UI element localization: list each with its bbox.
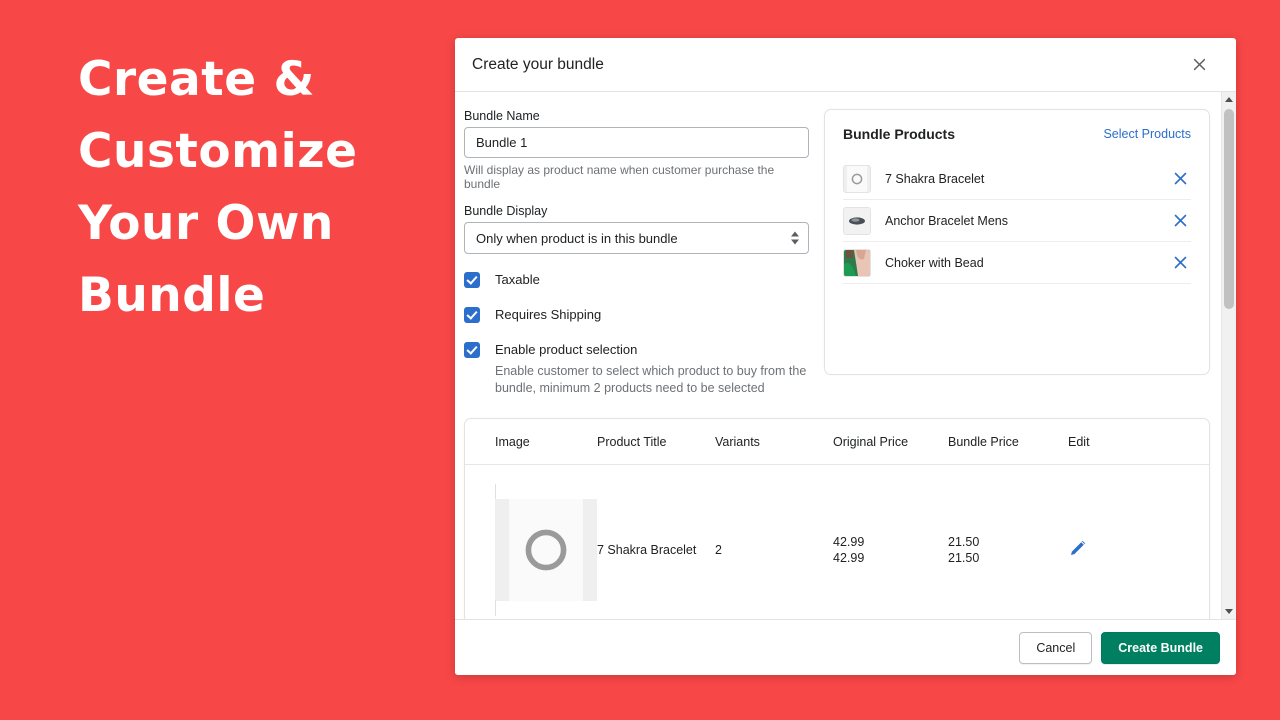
column-header-variants: Variants [715,419,833,465]
select-products-link[interactable]: Select Products [1103,127,1191,141]
form-column: Bundle Name Will display as product name… [455,109,809,397]
remove-product-button[interactable] [1169,210,1191,232]
enable-product-selection-checkbox-row[interactable]: Enable product selection Enable customer… [464,341,809,397]
bundle-product-item: 7 Shakra Bracelet [843,158,1191,200]
column-header-product-title: Product Title [597,419,715,465]
scrollbar-down-arrow[interactable] [1222,604,1236,619]
close-icon [1191,56,1208,73]
requires-shipping-label: Requires Shipping [495,307,602,322]
bundle-name-input[interactable] [464,127,809,158]
promo-line-2: Customize [78,124,358,179]
product-thumbnail-bracelet [843,164,871,193]
bundle-display-field-group: Bundle Display Only when product is in t… [464,204,809,254]
cell-edit [1068,464,1209,619]
products-table: Image Product Title Variants Original Pr… [465,419,1209,619]
column-header-edit: Edit [1068,419,1209,465]
modal-scrollbar[interactable] [1221,92,1236,619]
promo-headline: Create & Customize Your Own Bundle [78,44,458,332]
bundle-product-item: Anchor Bracelet Mens [843,200,1191,242]
products-table-card: Image Product Title Variants Original Pr… [464,418,1210,619]
modal-header: Create your bundle [455,38,1236,92]
product-thumbnail-anchor [843,206,871,235]
bundle-price-value: 21.50 [948,535,980,549]
taxable-checkbox-row[interactable]: Taxable [464,271,809,289]
row-thumbnail-bracelet [495,484,597,616]
requires-shipping-checkbox[interactable] [464,307,480,323]
create-bundle-modal: Create your bundle Bundle Name Will disp… [455,38,1236,675]
scrollbar-thumb[interactable] [1224,109,1234,309]
original-price-value: 42.99 [833,535,865,549]
modal-body: Bundle Name Will display as product name… [455,92,1221,619]
bundle-product-name: 7 Shakra Bracelet [885,171,985,186]
cell-product-title: 7 Shakra Bracelet [597,464,715,619]
table-header-row: Image Product Title Variants Original Pr… [465,419,1209,465]
bundle-products-card: Bundle Products Select Products 7 Shakra… [824,109,1210,375]
remove-product-button[interactable] [1169,168,1191,190]
bundle-products-column: Bundle Products Select Products 7 Shakra… [809,109,1221,397]
promo-line-4: Bundle [78,268,266,323]
remove-product-button[interactable] [1169,252,1191,274]
bundle-product-name: Anchor Bracelet Mens [885,213,1008,228]
bundle-products-title: Bundle Products [843,126,956,142]
modal-title: Create your bundle [472,55,604,73]
enable-product-selection-label: Enable product selection [495,342,638,357]
column-header-bundle-price: Bundle Price [948,419,1068,465]
taxable-label: Taxable [495,272,540,287]
bundle-name-label: Bundle Name [464,109,540,123]
modal-footer: Cancel Create Bundle [455,619,1236,675]
original-price-value: 42.99 [833,551,865,565]
bundle-products-header: Bundle Products Select Products [843,110,1191,158]
bundle-product-item: Choker with Bead [843,242,1191,284]
product-thumbnail-choker [843,248,871,277]
cell-original-price: 42.99 42.99 [833,464,948,619]
enable-product-selection-checkbox[interactable] [464,342,480,358]
create-bundle-button[interactable]: Create Bundle [1101,631,1220,664]
cell-bundle-price: 21.50 21.50 [948,464,1068,619]
requires-shipping-checkbox-row[interactable]: Requires Shipping [464,306,809,324]
enable-product-selection-help: Enable customer to select which product … [495,364,807,395]
bundle-price-value: 21.50 [948,551,980,565]
promo-line-1: Create & [78,52,315,107]
column-header-image: Image [465,419,597,465]
taxable-checkbox[interactable] [464,272,480,288]
cancel-button[interactable]: Cancel [1019,631,1093,664]
top-section: Bundle Name Will display as product name… [455,92,1221,397]
bundle-name-field-group: Bundle Name Will display as product name… [464,109,809,191]
close-button[interactable] [1184,50,1214,80]
bundle-product-name: Choker with Bead [885,255,984,270]
table-row: 7 Shakra Bracelet 2 42.99 42.99 21.50 21… [465,464,1209,619]
edit-pencil-icon[interactable] [1068,539,1087,561]
bundle-name-help: Will display as product name when custom… [464,163,775,191]
bundle-display-label: Bundle Display [464,204,548,218]
bundle-display-select[interactable]: Only when product is in this bundle [464,222,809,254]
promo-line-3: Your Own [78,196,334,251]
modal-body-wrap: Bundle Name Will display as product name… [455,92,1236,619]
cell-image [465,464,597,619]
column-header-original-price: Original Price [833,419,948,465]
cell-variants: 2 [715,464,833,619]
scrollbar-up-arrow[interactable] [1222,92,1236,107]
